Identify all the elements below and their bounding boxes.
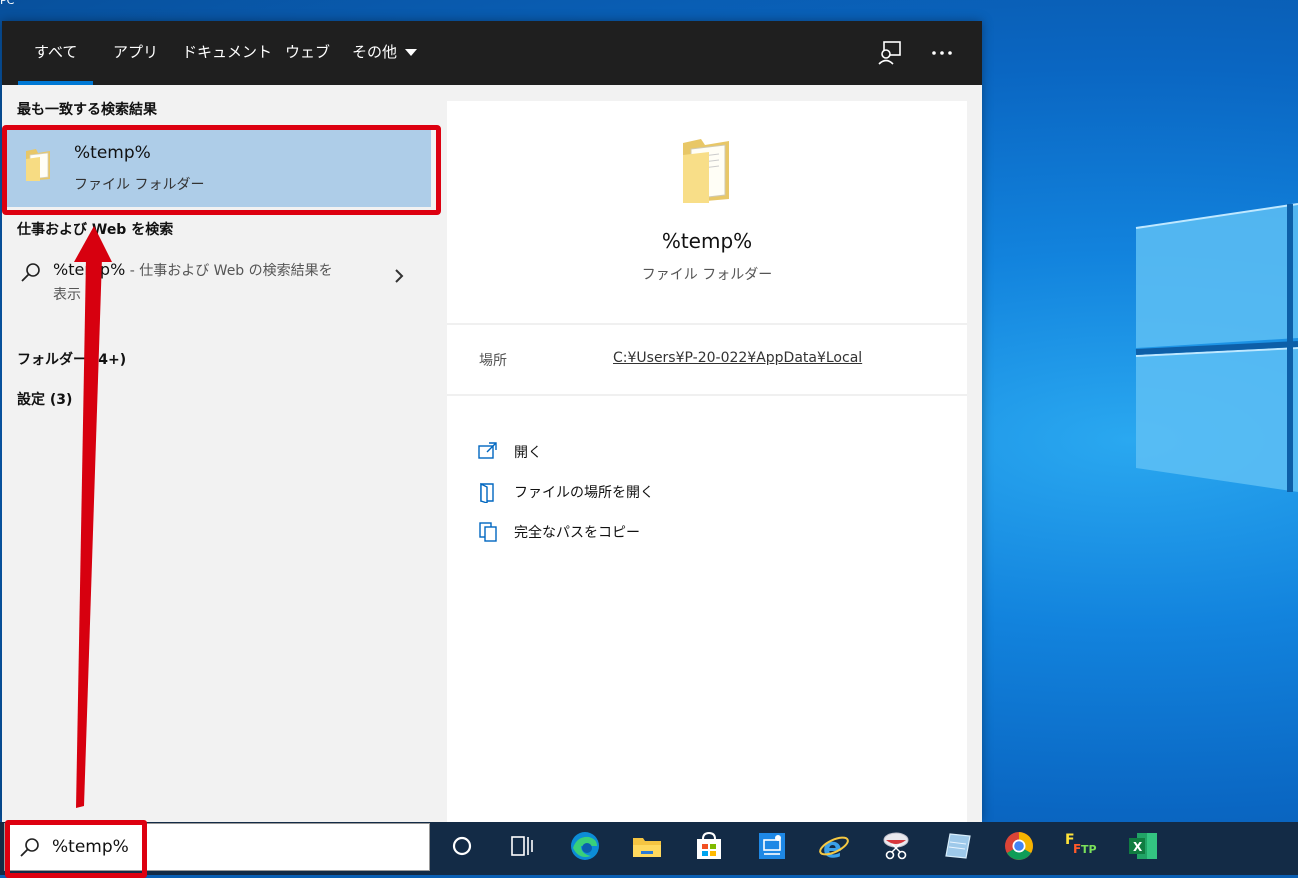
desktop-label: PC bbox=[0, 0, 15, 7]
svg-text:e: e bbox=[823, 831, 842, 864]
notepad-icon[interactable] bbox=[940, 828, 976, 864]
tab-all[interactable]: すべて bbox=[17, 21, 94, 85]
settings-heading[interactable]: 設定 (3) bbox=[17, 389, 72, 409]
tab-documents[interactable]: ドキュメント bbox=[182, 21, 272, 85]
divider bbox=[447, 394, 967, 396]
best-match-subtitle: ファイル フォルダー bbox=[74, 177, 205, 193]
preview-title: %temp% bbox=[661, 229, 753, 253]
taskbar-search-box[interactable]: %temp% bbox=[4, 823, 430, 871]
web-search-description: - 仕事および Web の検索結果を bbox=[125, 263, 333, 279]
file-explorer-icon[interactable] bbox=[629, 828, 665, 864]
svg-text:X: X bbox=[1133, 840, 1143, 854]
edge-icon[interactable] bbox=[567, 828, 603, 864]
web-search-description-2: 表示 bbox=[53, 287, 81, 303]
preview-subtitle: ファイル フォルダー bbox=[641, 267, 773, 283]
best-match-item[interactable]: %temp% ファイル フォルダー bbox=[6, 129, 431, 207]
divider bbox=[447, 323, 967, 325]
ie-icon[interactable]: e bbox=[816, 828, 852, 864]
web-search-heading: 仕事および Web を検索 bbox=[17, 222, 174, 238]
tab-web[interactable]: ウェブ bbox=[285, 21, 330, 85]
desktop-icons-strip: PC bbox=[0, 0, 1298, 22]
search-icon bbox=[21, 263, 40, 282]
location-label: 場所 bbox=[479, 353, 507, 369]
open-label: 開く bbox=[514, 445, 542, 461]
copy-path-action[interactable]: 完全なパスをコピー bbox=[477, 521, 640, 545]
cortana-icon[interactable] bbox=[444, 828, 480, 864]
excel-icon[interactable]: X bbox=[1125, 828, 1161, 864]
windows-logo bbox=[1135, 203, 1298, 492]
web-search-query: %temp% bbox=[53, 260, 126, 279]
chevron-down-icon bbox=[405, 49, 418, 56]
search-input[interactable]: %temp% bbox=[52, 837, 129, 857]
best-match-heading: 最も一致する検索結果 bbox=[17, 102, 157, 118]
copy-path-label: 完全なパスをコピー bbox=[514, 525, 640, 541]
more-options-icon[interactable] bbox=[928, 39, 956, 67]
results-list: 最も一致する検索結果 %temp% ファイル フォルダー 仕事および Web を… bbox=[2, 85, 441, 822]
task-view-icon[interactable] bbox=[504, 828, 540, 864]
search-icon bbox=[20, 838, 39, 857]
snipping-icon[interactable] bbox=[878, 828, 914, 864]
preview-folder-icon bbox=[683, 139, 729, 203]
chevron-right-icon[interactable] bbox=[393, 267, 405, 285]
open-file-location-action[interactable]: ファイルの場所を開く bbox=[477, 481, 654, 505]
open-file-location-label: ファイルの場所を開く bbox=[514, 485, 654, 501]
remote-icon[interactable] bbox=[754, 828, 790, 864]
file-location-icon bbox=[480, 482, 494, 504]
svg-text:TP: TP bbox=[1081, 843, 1097, 856]
chrome-icon[interactable] bbox=[1001, 828, 1037, 864]
feedback-icon[interactable] bbox=[876, 39, 904, 67]
filter-bar: すべて アプリ ドキュメント ウェブ その他 bbox=[2, 21, 982, 85]
store-icon[interactable] bbox=[691, 828, 727, 864]
search-panel: すべて アプリ ドキュメント ウェブ その他 最も一致する検索結果 %temp%… bbox=[2, 21, 982, 822]
copy-icon bbox=[479, 522, 497, 542]
tab-apps[interactable]: アプリ bbox=[113, 21, 158, 85]
ftp-icon[interactable]: F F TP bbox=[1063, 828, 1099, 864]
open-icon bbox=[478, 442, 497, 459]
svg-text:F: F bbox=[1073, 842, 1081, 856]
folders-heading[interactable]: フォルダー (4+) bbox=[17, 349, 126, 369]
folder-icon bbox=[26, 149, 50, 181]
location-link[interactable]: C:¥Users¥P-20-022¥AppData¥Local bbox=[613, 350, 862, 366]
tab-more[interactable]: その他 bbox=[352, 21, 418, 85]
open-action[interactable]: 開く bbox=[477, 441, 542, 465]
web-search-item[interactable]: %temp% - 仕事および Web の検索結果を 表示 bbox=[2, 249, 432, 309]
preview-pane: %temp% ファイル フォルダー 場所 C:¥Users¥P-20-022¥A… bbox=[447, 101, 967, 822]
best-match-title: %temp% bbox=[74, 143, 151, 163]
